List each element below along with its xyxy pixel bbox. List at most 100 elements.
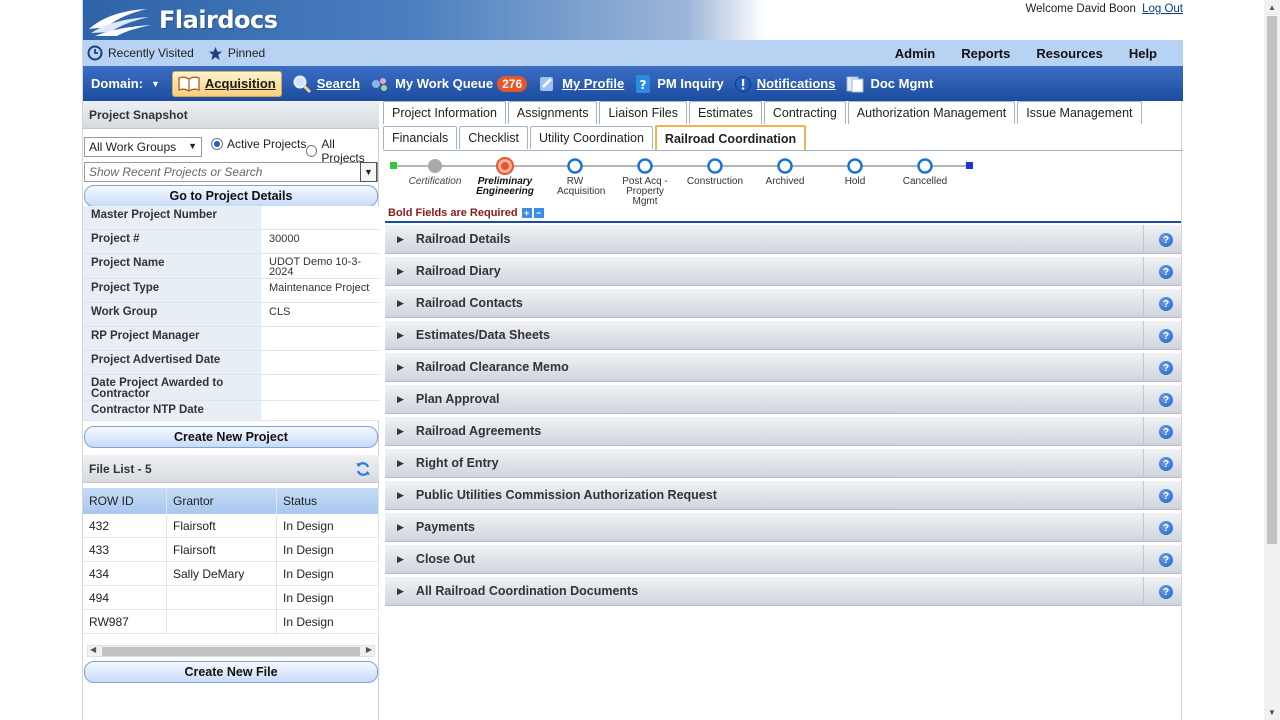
all-projects-label: All Projects: [321, 137, 365, 165]
nav-search[interactable]: Search: [292, 75, 360, 93]
nav-my-profile[interactable]: My Profile: [537, 75, 624, 93]
active-projects-radio[interactable]: Active Projects: [211, 137, 306, 151]
scroll-down-icon[interactable]: ▼: [1268, 708, 1276, 717]
field-label: Work Group: [83, 303, 261, 326]
section-right-of-entry[interactable]: ▶ Right of Entry?: [385, 449, 1181, 478]
tab-project-information[interactable]: Project Information: [383, 101, 506, 124]
table-row[interactable]: 433 Flairsoft In Design: [83, 538, 379, 562]
go-to-project-details-button[interactable]: Go to Project Details: [84, 185, 378, 207]
tab-utility-coordination[interactable]: Utility Coordination: [530, 126, 653, 149]
resources-menu[interactable]: Resources: [1036, 46, 1102, 61]
logout-link[interactable]: Log Out: [1142, 3, 1183, 15]
workgroup-select[interactable]: All Work Groups ▼: [84, 137, 202, 157]
tab-authorization-management[interactable]: Authorization Management: [847, 101, 1016, 124]
tab-estimates[interactable]: Estimates: [688, 101, 762, 124]
column-header-row-id[interactable]: ROW ID: [83, 488, 167, 514]
section-railroad-contacts[interactable]: ▶ Railroad Contacts?: [385, 289, 1181, 318]
help-icon[interactable]: ?: [1159, 329, 1173, 343]
project-snapshot-title: Project Snapshot: [89, 107, 188, 122]
stage-node-rw-acquisition: [567, 158, 583, 174]
scroll-left-icon[interactable]: ◀: [90, 645, 96, 654]
stage-label-hold: Hold: [844, 176, 866, 187]
field-contractor-ntp-date: Contractor NTP Date: [83, 401, 379, 421]
tab-issue-management[interactable]: Issue Management: [1017, 101, 1142, 124]
field-master-project-number: Master Project Number: [83, 206, 379, 230]
admin-menu[interactable]: Admin: [895, 46, 935, 61]
section-railroad-clearance-memo[interactable]: ▶ Railroad Clearance Memo?: [385, 353, 1181, 382]
section-puc-authorization-request[interactable]: ▶ Public Utilities Commission Authorizati…: [385, 481, 1181, 510]
column-header-status[interactable]: Status: [277, 488, 379, 514]
nav-doc-mgmt[interactable]: Doc Mgmt: [845, 75, 933, 93]
scroll-right-icon[interactable]: ▶: [366, 645, 372, 654]
field-label: Project Name: [83, 254, 261, 278]
recent-projects-search[interactable]: Show Recent Projects or Search ▼: [84, 162, 378, 182]
cell-row-id: RW987: [83, 610, 167, 633]
help-icon[interactable]: ?: [1159, 457, 1173, 471]
page-vertical-scrollbar[interactable]: ▲ ▼: [1264, 0, 1280, 720]
table-row[interactable]: 434 Sally DeMary In Design: [83, 562, 379, 586]
field-value: CLS: [261, 303, 379, 326]
tab-liaison-files[interactable]: Liaison Files: [599, 101, 687, 124]
table-row[interactable]: RW987 In Design: [83, 610, 379, 634]
flairdocs-logo[interactable]: Flairdocs: [87, 2, 278, 38]
help-icon[interactable]: ?: [1159, 361, 1173, 375]
star-icon: [208, 46, 222, 60]
help-icon[interactable]: ?: [1159, 553, 1173, 567]
nav-acquisition[interactable]: Acquisition: [171, 70, 282, 97]
file-list-horizontal-scrollbar[interactable]: ◀ ▶: [87, 645, 375, 657]
section-all-railroad-documents[interactable]: ▶ All Railroad Coordination Documents?: [385, 577, 1181, 606]
all-projects-radio[interactable]: All Projects: [306, 137, 378, 165]
tab-contracting[interactable]: Contracting: [763, 101, 846, 124]
nav-notifications[interactable]: Notifications: [734, 75, 835, 93]
radio-unselected-icon: [306, 145, 318, 157]
domain-dropdown[interactable]: Domain: ▼: [91, 76, 160, 91]
divider: [1143, 513, 1144, 542]
cell-grantor: [167, 610, 277, 633]
help-icon[interactable]: ?: [1159, 521, 1173, 535]
recently-visited-link[interactable]: Recently Visited: [87, 45, 194, 61]
stage-label-preliminary-engineering: Preliminary Engineering: [476, 176, 534, 197]
tab-railroad-coordination[interactable]: Railroad Coordination: [654, 125, 807, 150]
expand-arrow-icon: ▶: [397, 265, 404, 276]
section-estimates-data-sheets[interactable]: ▶ Estimates/Data Sheets?: [385, 321, 1181, 350]
scrollbar-thumb[interactable]: [102, 647, 360, 656]
help-menu[interactable]: Help: [1129, 46, 1157, 61]
tab-checklist[interactable]: Checklist: [459, 126, 528, 149]
section-plan-approval[interactable]: ▶ Plan Approval?: [385, 385, 1181, 414]
table-row[interactable]: 494 In Design: [83, 586, 379, 610]
stage-node-hold: [847, 158, 863, 174]
help-icon[interactable]: ?: [1159, 393, 1173, 407]
scroll-up-icon[interactable]: ▲: [1268, 3, 1276, 12]
expand-all-icon[interactable]: +: [521, 208, 532, 218]
tab-financials[interactable]: Financials: [383, 126, 458, 149]
section-railroad-details[interactable]: ▶ Railroad Details?: [385, 225, 1181, 254]
create-new-file-button[interactable]: Create New File: [84, 661, 378, 683]
column-header-grantor[interactable]: Grantor: [167, 488, 277, 514]
section-label: Payments: [415, 520, 475, 534]
refresh-icon[interactable]: [355, 461, 371, 477]
section-close-out[interactable]: ▶ Close Out?: [385, 545, 1181, 574]
field-value: [261, 327, 379, 350]
help-icon[interactable]: ?: [1159, 425, 1173, 439]
tab-assignments[interactable]: Assignments: [507, 101, 598, 124]
cell-row-id: 434: [83, 562, 167, 585]
help-icon[interactable]: ?: [1159, 297, 1173, 311]
scrollbar-thumb[interactable]: [1267, 16, 1277, 544]
create-new-project-button[interactable]: Create New Project: [84, 426, 378, 448]
collapse-all-icon[interactable]: −: [533, 208, 544, 218]
help-icon[interactable]: ?: [1159, 265, 1173, 279]
table-row[interactable]: 432 Flairsoft In Design: [83, 514, 379, 538]
section-railroad-diary[interactable]: ▶ Railroad Diary?: [385, 257, 1181, 286]
chevron-down-icon[interactable]: ▼: [360, 162, 377, 182]
pinned-link[interactable]: Pinned: [208, 46, 265, 61]
divider: [1143, 353, 1144, 382]
section-payments[interactable]: ▶ Payments?: [385, 513, 1181, 542]
section-railroad-agreements[interactable]: ▶ Railroad Agreements?: [385, 417, 1181, 446]
help-icon[interactable]: ?: [1159, 233, 1173, 247]
help-icon[interactable]: ?: [1159, 489, 1173, 503]
help-icon[interactable]: ?: [1159, 585, 1173, 599]
nav-pm-inquiry[interactable]: ? PM Inquiry: [634, 74, 724, 94]
expand-arrow-icon: ▶: [397, 425, 404, 436]
reports-menu[interactable]: Reports: [961, 46, 1010, 61]
nav-work-queue[interactable]: My Work Queue 276: [370, 75, 528, 93]
